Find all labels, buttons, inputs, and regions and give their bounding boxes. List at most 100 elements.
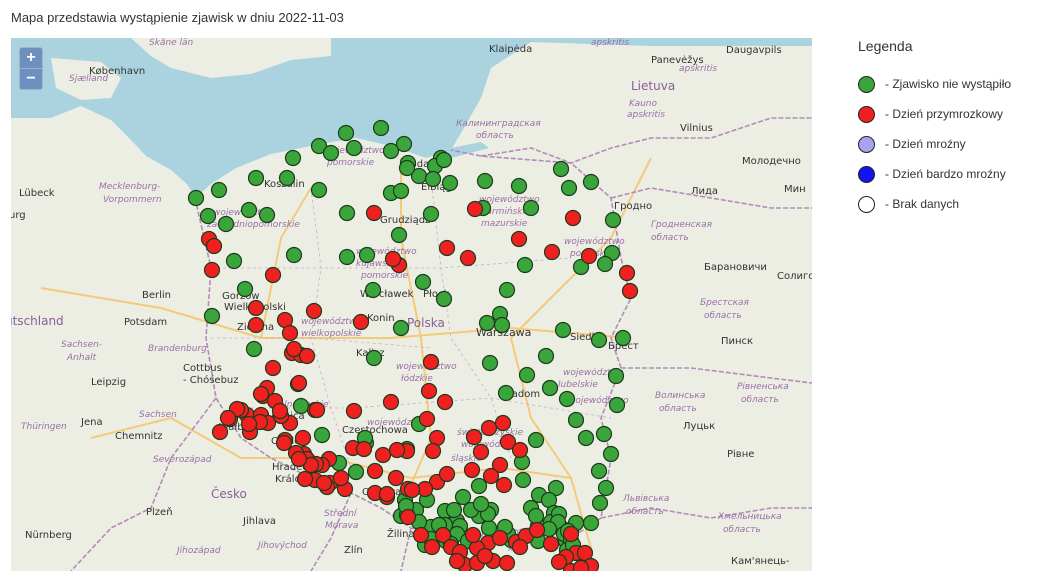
station-marker-no-phenomenon[interactable] <box>424 170 442 188</box>
station-marker-frost-day[interactable] <box>296 470 314 488</box>
station-marker-frost-day[interactable] <box>448 552 466 570</box>
station-marker-frost-day[interactable] <box>482 467 500 485</box>
station-marker-no-phenomenon[interactable] <box>347 463 365 481</box>
station-marker-frost-day[interactable] <box>438 239 456 257</box>
station-marker-no-phenomenon[interactable] <box>590 331 608 349</box>
station-marker-frost-day[interactable] <box>294 429 312 447</box>
station-marker-frost-day[interactable] <box>290 450 308 468</box>
station-marker-frost-day[interactable] <box>366 462 384 480</box>
station-marker-no-phenomenon[interactable] <box>527 431 545 449</box>
station-marker-no-phenomenon[interactable] <box>597 479 615 497</box>
station-marker-frost-day[interactable] <box>281 324 299 342</box>
station-marker-no-phenomenon[interactable] <box>493 316 511 334</box>
station-marker-frost-day[interactable] <box>480 419 498 437</box>
station-marker-frost-day[interactable] <box>205 237 223 255</box>
station-marker-frost-day[interactable] <box>464 526 482 544</box>
station-marker-no-phenomenon[interactable] <box>454 488 472 506</box>
station-marker-frost-day[interactable] <box>494 414 512 432</box>
station-marker-no-phenomenon[interactable] <box>522 199 540 217</box>
station-marker-no-phenomenon[interactable] <box>285 246 303 264</box>
station-marker-frost-day[interactable] <box>495 476 513 494</box>
station-marker-no-phenomenon[interactable] <box>582 173 600 191</box>
station-marker-frost-day[interactable] <box>510 230 528 248</box>
station-marker-frost-day[interactable] <box>491 529 509 547</box>
station-marker-no-phenomenon[interactable] <box>187 189 205 207</box>
station-marker-no-phenomenon[interactable] <box>614 329 632 347</box>
station-marker-no-phenomenon[interactable] <box>210 181 228 199</box>
station-marker-frost-day[interactable] <box>378 485 396 503</box>
station-marker-no-phenomenon[interactable] <box>245 340 263 358</box>
station-marker-no-phenomenon[interactable] <box>595 425 613 443</box>
station-marker-frost-day[interactable] <box>564 209 582 227</box>
station-marker-frost-day[interactable] <box>511 441 529 459</box>
station-marker-no-phenomenon[interactable] <box>577 429 595 447</box>
zoom-in-button[interactable]: + <box>20 48 42 68</box>
station-marker-no-phenomenon[interactable] <box>567 411 585 429</box>
station-marker-no-phenomenon[interactable] <box>607 367 625 385</box>
zoom-control[interactable]: + − <box>19 47 43 90</box>
station-marker-no-phenomenon[interactable] <box>338 204 356 222</box>
station-marker-no-phenomenon[interactable] <box>236 280 254 298</box>
station-marker-no-phenomenon[interactable] <box>358 246 376 264</box>
station-marker-frost-day[interactable] <box>315 474 333 492</box>
station-marker-frost-day[interactable] <box>550 553 568 571</box>
station-marker-no-phenomenon[interactable] <box>472 495 490 513</box>
station-marker-no-phenomenon[interactable] <box>398 159 416 177</box>
station-marker-frost-day[interactable] <box>382 393 400 411</box>
station-marker-no-phenomenon[interactable] <box>558 390 576 408</box>
station-marker-frost-day[interactable] <box>290 374 308 392</box>
station-marker-frost-day[interactable] <box>211 423 229 441</box>
station-marker-no-phenomenon[interactable] <box>247 169 265 187</box>
station-marker-frost-day[interactable] <box>580 247 598 265</box>
station-marker-no-phenomenon[interactable] <box>390 226 408 244</box>
station-marker-frost-day[interactable] <box>498 554 516 571</box>
station-marker-no-phenomenon[interactable] <box>478 314 496 332</box>
station-marker-frost-day[interactable] <box>403 481 421 499</box>
station-marker-frost-day[interactable] <box>511 538 529 556</box>
station-marker-no-phenomenon[interactable] <box>364 281 382 299</box>
station-marker-frost-day[interactable] <box>618 264 636 282</box>
station-marker-no-phenomenon[interactable] <box>310 181 328 199</box>
station-marker-no-phenomenon[interactable] <box>225 252 243 270</box>
station-marker-no-phenomenon[interactable] <box>445 501 463 519</box>
station-marker-no-phenomenon[interactable] <box>435 290 453 308</box>
station-marker-frost-day[interactable] <box>345 402 363 420</box>
station-marker-frost-day[interactable] <box>472 443 490 461</box>
station-marker-no-phenomenon[interactable] <box>596 255 614 273</box>
station-marker-frost-day[interactable] <box>465 428 483 446</box>
station-marker-frost-day[interactable] <box>355 440 373 458</box>
station-marker-no-phenomenon[interactable] <box>284 149 302 167</box>
station-marker-no-phenomenon[interactable] <box>552 160 570 178</box>
station-marker-no-phenomenon[interactable] <box>590 462 608 480</box>
station-marker-frost-day[interactable] <box>332 469 350 487</box>
station-marker-frost-day[interactable] <box>247 299 265 317</box>
station-marker-frost-day[interactable] <box>424 442 442 460</box>
station-marker-no-phenomenon[interactable] <box>514 471 532 489</box>
station-marker-no-phenomenon[interactable] <box>199 207 217 225</box>
station-marker-no-phenomenon[interactable] <box>435 151 453 169</box>
station-marker-no-phenomenon[interactable] <box>392 182 410 200</box>
station-marker-frost-day[interactable] <box>463 461 481 479</box>
station-marker-no-phenomenon[interactable] <box>541 379 559 397</box>
station-marker-no-phenomenon[interactable] <box>476 172 494 190</box>
station-marker-frost-day[interactable] <box>528 521 546 539</box>
zoom-out-button[interactable]: − <box>20 68 42 89</box>
station-marker-no-phenomenon[interactable] <box>608 396 626 414</box>
station-marker-no-phenomenon[interactable] <box>382 142 400 160</box>
station-marker-no-phenomenon[interactable] <box>510 177 528 195</box>
station-marker-frost-day[interactable] <box>466 200 484 218</box>
station-marker-frost-day[interactable] <box>275 434 293 452</box>
station-marker-frost-day[interactable] <box>298 347 316 365</box>
station-marker-frost-day[interactable] <box>219 409 237 427</box>
station-marker-no-phenomenon[interactable] <box>560 179 578 197</box>
station-marker-frost-day[interactable] <box>420 382 438 400</box>
map-canvas[interactable]: KøbenhavnSjællandSkåne länKlaipėdaapskri… <box>11 38 812 571</box>
station-marker-no-phenomenon[interactable] <box>240 201 258 219</box>
station-marker-frost-day[interactable] <box>252 385 270 403</box>
station-marker-no-phenomenon[interactable] <box>372 119 390 137</box>
station-marker-no-phenomenon[interactable] <box>470 477 488 495</box>
station-marker-frost-day[interactable] <box>476 547 494 565</box>
station-marker-no-phenomenon[interactable] <box>365 349 383 367</box>
station-marker-no-phenomenon[interactable] <box>441 174 459 192</box>
station-marker-no-phenomenon[interactable] <box>516 256 534 274</box>
